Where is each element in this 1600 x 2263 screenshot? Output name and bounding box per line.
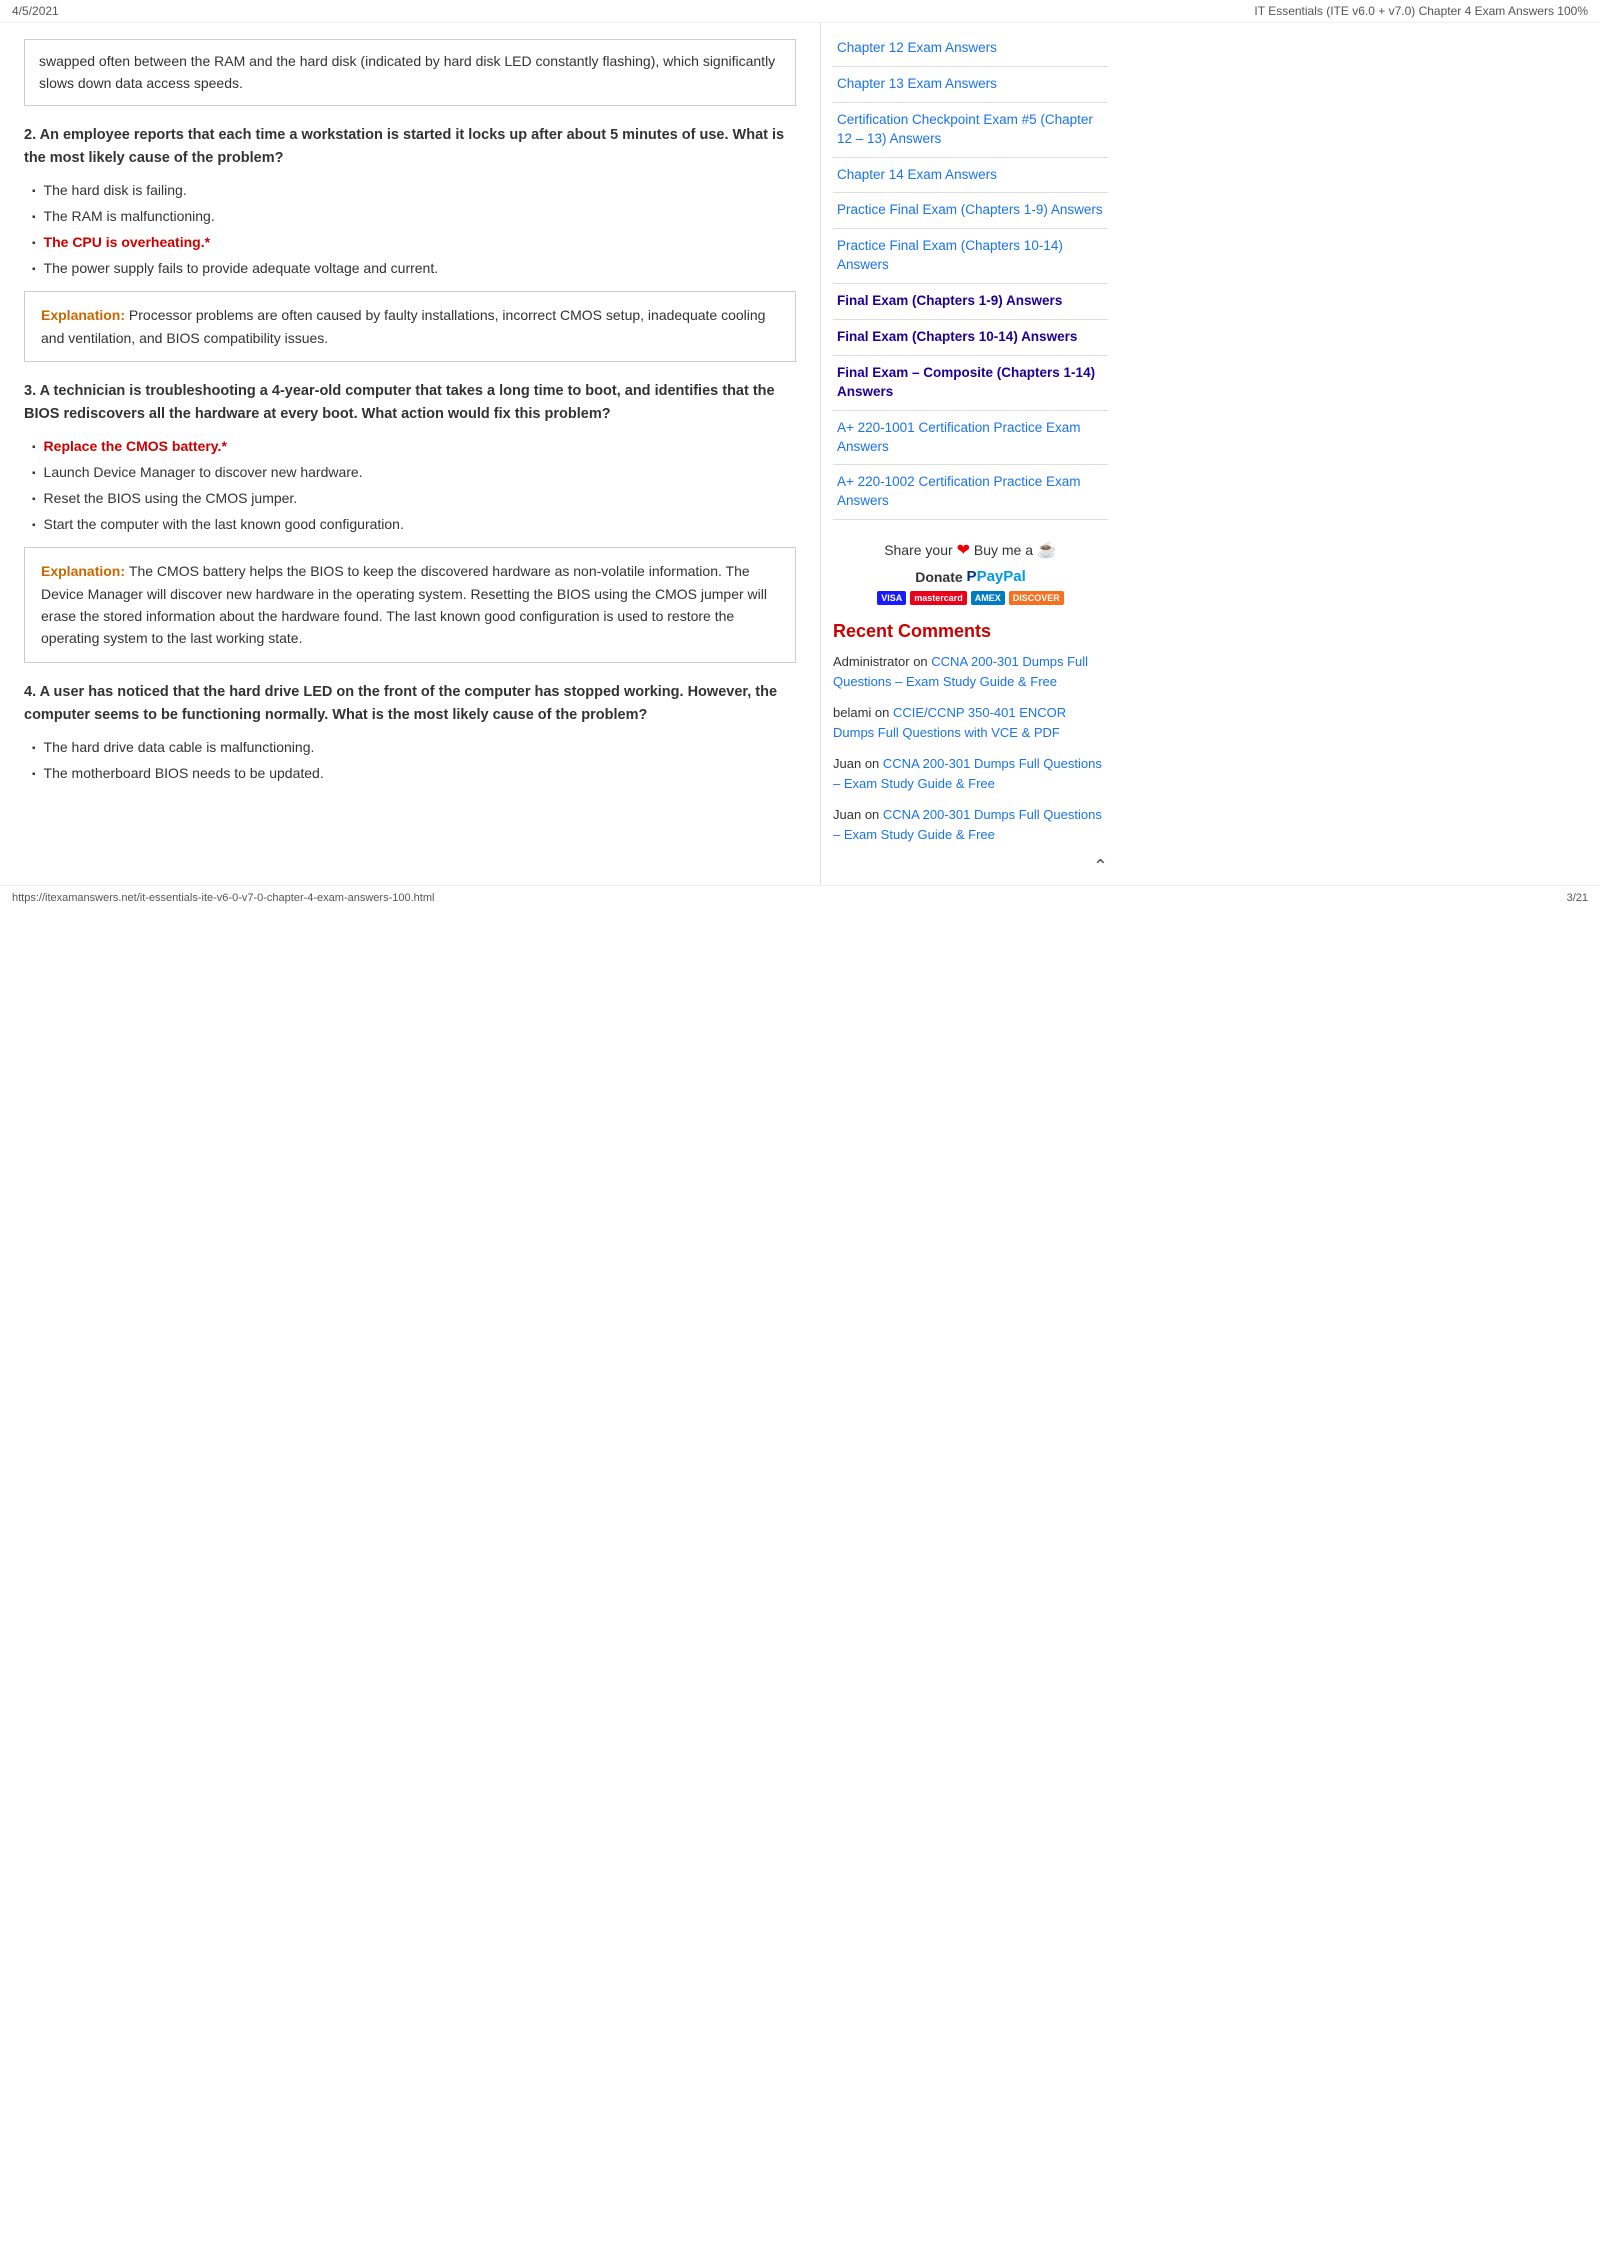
comment-item-2: belami on CCIE/CCNP 350-401 ENCOR Dumps … [833,703,1108,742]
bullet-icon: ▪ [32,262,36,277]
amex-badge: AMEX [971,591,1005,605]
bullet-icon: ▪ [32,210,36,225]
comment-user-3: Juan [833,756,861,771]
bullet-icon: ▪ [32,741,36,756]
sidebar-link-aplus-1001[interactable]: A+ 220-1001 Certification Practice Exam … [833,411,1108,466]
share-text: Share your [884,542,952,558]
comment-user-1: Administrator [833,654,910,669]
main-content: swapped often between the RAM and the ha… [0,23,820,885]
chevron-up-icon: ⌃ [1093,856,1108,876]
question-2-answers: ▪ The hard disk is failing. ▪ The RAM is… [24,180,796,279]
page-layout: swapped often between the RAM and the ha… [0,23,1600,885]
comment-item-4: Juan on CCNA 200-301 Dumps Full Question… [833,805,1108,844]
question-2-text: 2. An employee reports that each time a … [24,124,796,170]
sidebar-link-pfe-1-9[interactable]: Practice Final Exam (Chapters 1-9) Answe… [833,193,1108,229]
explanation-3-text: The CMOS battery helps the BIOS to keep … [41,563,767,646]
comment-preposition-1: on [913,654,931,669]
bullet-icon: ▪ [32,518,36,533]
answer-item: ▪ The power supply fails to provide adeq… [32,258,796,279]
comment-preposition-4: on [865,807,883,822]
answer-item: ▪ Start the computer with the last known… [32,514,796,535]
date-label: 4/5/2021 [12,4,59,18]
comment-item-3: Juan on CCNA 200-301 Dumps Full Question… [833,754,1108,793]
sidebar-link-aplus-1002[interactable]: A+ 220-1002 Certification Practice Exam … [833,465,1108,520]
answer-item: ▪ Reset the BIOS using the CMOS jumper. [32,488,796,509]
question-4-text: 4. A user has noticed that the hard driv… [24,681,796,727]
top-bar: 4/5/2021 IT Essentials (ITE v6.0 + v7.0)… [0,0,1600,23]
bullet-icon: ▪ [32,184,36,199]
bullet-icon: ▪ [32,466,36,481]
comment-user-2: belami [833,705,871,720]
bullet-icon: ▪ [32,492,36,507]
explanation-2-text: Processor problems are often caused by f… [41,307,765,345]
page-title: IT Essentials (ITE v6.0 + v7.0) Chapter … [1254,4,1588,18]
comment-preposition-2: on [875,705,893,720]
question-4-block: 4. A user has noticed that the hard driv… [24,681,796,784]
intro-text: swapped often between the RAM and the ha… [39,53,775,91]
coffee-icon: ☕ [1037,542,1057,559]
card-logos: VISA mastercard AMEX DISCOVER [833,591,1108,605]
comment-user-4: Juan [833,807,861,822]
recent-comments-title: Recent Comments [833,621,1108,642]
answer-item: ▪ The hard disk is failing. [32,180,796,201]
comment-item-1: Administrator on CCNA 200-301 Dumps Full… [833,652,1108,691]
donate-label: Donate [915,569,962,585]
answer-item: ▪ The motherboard BIOS needs to be updat… [32,763,796,784]
answer-item: ▪ Launch Device Manager to discover new … [32,462,796,483]
paypal-text: PayPal [977,568,1026,585]
sidebar-link-fe-10-14[interactable]: Final Exam (Chapters 10-14) Answers [833,320,1108,356]
back-to-top-button[interactable]: ⌃ [833,856,1108,877]
explanation-label: Explanation: [41,307,129,323]
recent-comments-section: Recent Comments Administrator on CCNA 20… [833,621,1108,877]
question-3-block: 3. A technician is troubleshooting a 4-y… [24,380,796,663]
sidebar-link-fe-composite[interactable]: Final Exam – Composite (Chapters 1-14) A… [833,356,1108,411]
question-3-text: 3. A technician is troubleshooting a 4-y… [24,380,796,426]
answer-item-correct: ▪ The CPU is overheating.* [32,232,796,253]
donate-button[interactable]: Donate P PayPal [915,568,1026,585]
mastercard-badge: mastercard [910,591,967,605]
sidebar-link-ch14[interactable]: Chapter 14 Exam Answers [833,158,1108,194]
heart-icon: ❤ [957,542,970,559]
sidebar-link-fe-1-9[interactable]: Final Exam (Chapters 1-9) Answers [833,284,1108,320]
explanation-2-block: Explanation: Processor problems are ofte… [24,291,796,362]
explanation-label: Explanation: [41,563,129,579]
answer-item: ▪ The RAM is malfunctioning. [32,206,796,227]
paypal-p-icon: P [967,568,977,585]
comment-preposition-3: on [865,756,883,771]
share-line: Share your ❤ Buy me a ☕ [833,540,1108,560]
question-2-block: 2. An employee reports that each time a … [24,124,796,362]
question-4-answers: ▪ The hard drive data cable is malfuncti… [24,737,796,784]
donate-section: Share your ❤ Buy me a ☕ Donate P PayPal … [833,540,1108,605]
question-3-answers: ▪ Replace the CMOS battery.* ▪ Launch De… [24,436,796,535]
bullet-icon: ▪ [32,767,36,782]
page-number: 3/21 [1567,892,1588,904]
sidebar-link-ch13[interactable]: Chapter 13 Exam Answers [833,67,1108,103]
bullet-icon: ▪ [32,440,36,455]
answer-item: ▪ The hard drive data cable is malfuncti… [32,737,796,758]
sidebar-link-pfe-10-14[interactable]: Practice Final Exam (Chapters 10-14) Ans… [833,229,1108,284]
explanation-3-block: Explanation: The CMOS battery helps the … [24,547,796,663]
visa-badge: VISA [877,591,906,605]
page-url: https://itexamanswers.net/it-essentials-… [12,892,434,904]
answer-item-correct: ▪ Replace the CMOS battery.* [32,436,796,457]
buy-text: Buy me a [974,542,1033,558]
bullet-icon: ▪ [32,236,36,251]
intro-block: swapped often between the RAM and the ha… [24,39,796,106]
sidebar: Chapter 12 Exam Answers Chapter 13 Exam … [820,23,1120,885]
bottom-bar: https://itexamanswers.net/it-essentials-… [0,885,1600,910]
sidebar-link-cert-cp5[interactable]: Certification Checkpoint Exam #5 (Chapte… [833,103,1108,158]
discover-badge: DISCOVER [1009,591,1064,605]
sidebar-link-ch12[interactable]: Chapter 12 Exam Answers [833,31,1108,67]
